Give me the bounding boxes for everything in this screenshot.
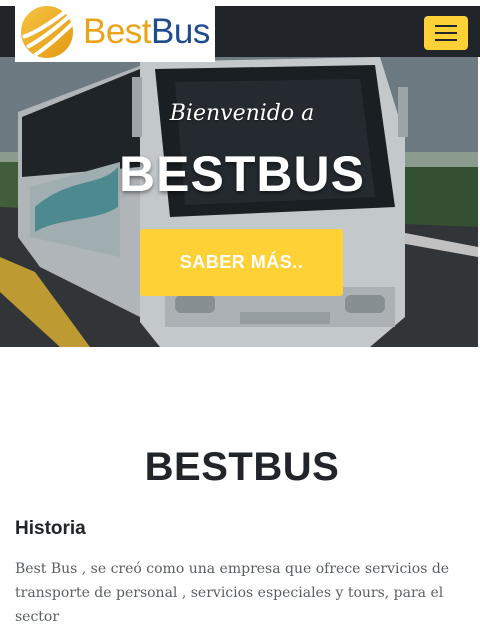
brand-name: BestBus <box>83 14 210 49</box>
brand-name-part2: Bus <box>151 11 210 51</box>
history-subheading: Historia <box>15 518 86 539</box>
hero-heading: BESTBUS <box>119 146 365 202</box>
history-paragraph: Best Bus , se creó como una empresa que … <box>15 561 450 625</box>
menu-toggle-button[interactable] <box>424 16 468 50</box>
hero-section: Bienvenido a BESTBUS SABER MÁS.. <box>0 57 478 347</box>
brand-logo-link[interactable]: BestBus <box>15 0 215 62</box>
logo-swoosh-icon <box>21 5 77 58</box>
brand-name-part1: Best <box>83 11 152 51</box>
hero-tagline: Bienvenido a <box>169 101 315 126</box>
about-section-title: BESTBUS <box>144 445 340 489</box>
hamburger-line <box>435 39 457 41</box>
learn-more-button[interactable]: SABER MÁS.. <box>140 229 343 296</box>
hamburger-line <box>435 32 457 34</box>
hamburger-line <box>435 25 457 27</box>
